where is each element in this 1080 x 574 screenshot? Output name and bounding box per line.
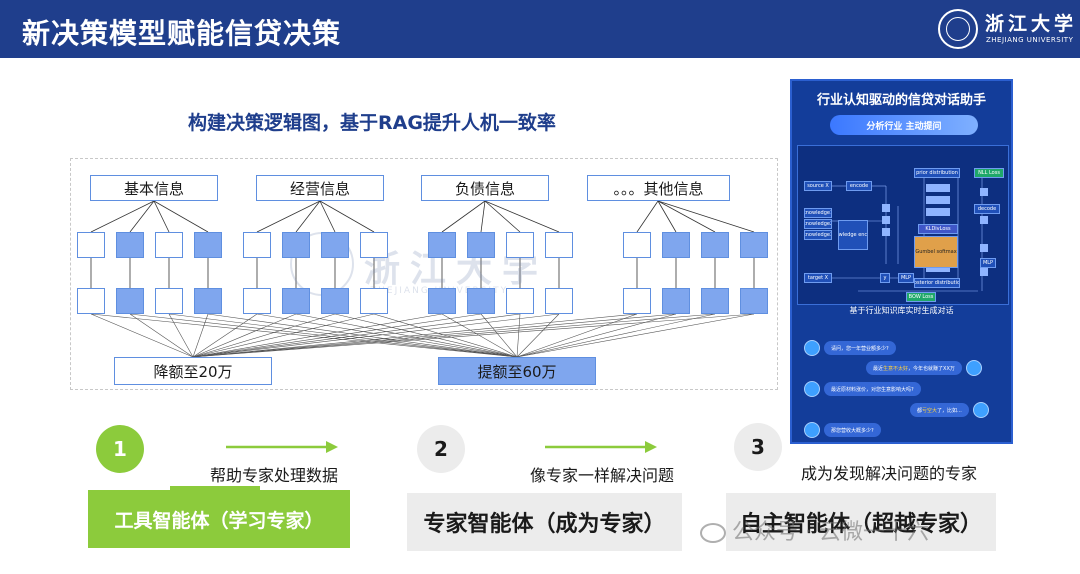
- decision-node: [506, 288, 534, 314]
- decision-node: [428, 232, 456, 258]
- decision-node: [155, 288, 183, 314]
- node-knowledge3: knowledge3: [804, 230, 832, 240]
- decision-node: [194, 288, 222, 314]
- user-avatar-icon: [972, 402, 989, 418]
- node-mlp-2: MLP: [980, 258, 996, 268]
- node-posterior: posterior distribution: [914, 278, 960, 288]
- decision-node: [506, 232, 534, 258]
- step-2-circle: 2: [417, 425, 465, 473]
- decision-node: [701, 232, 729, 258]
- wechat-icon: [700, 523, 726, 543]
- chat-message-2: 最近 生意不太好 ，今年也就赚了XX万: [866, 360, 982, 376]
- chat-message-5: 那您营收大概多少?: [804, 422, 881, 438]
- dialog-assistant-panel: 行业认知驱动的信贷对话助手 分析行业 主动提问 source X encode …: [790, 79, 1013, 444]
- chat-bubble-1: 请问，您一年营业额多少?: [824, 341, 896, 355]
- node-prior: prior distribution: [914, 168, 960, 178]
- node-y: y: [880, 273, 890, 283]
- node-nll-loss: NLL Loss: [974, 168, 1004, 178]
- step-3-text: 成为发现解决问题的专家: [801, 464, 978, 483]
- category-business-info: 经营信息: [256, 175, 384, 201]
- panel-pill: 分析行业 主动提问: [830, 115, 978, 135]
- node-knowledge-encode: knowledge encode: [838, 220, 868, 250]
- decision-node: [321, 288, 349, 314]
- bot-avatar-icon: [804, 381, 820, 397]
- decision-node: [662, 232, 690, 258]
- decision-node: [428, 288, 456, 314]
- decision-node: [77, 232, 105, 258]
- chat-bubble-5: 那您营收大概多少?: [824, 423, 881, 437]
- node-knowledge2: knowledge2: [804, 219, 832, 229]
- chat-message-3: 最近原材料涨价，对您生意影响大吗?: [804, 381, 921, 397]
- decision-node: [545, 288, 573, 314]
- output-increase-limit: 提额至60万: [438, 357, 596, 385]
- step-1-arrow-icon: [226, 441, 338, 453]
- node-bow-loss: BOW Loss: [906, 292, 936, 302]
- decision-node: [662, 288, 690, 314]
- node-kld-loss: KLDivLoss: [918, 224, 958, 234]
- decision-node: [360, 288, 388, 314]
- decision-node: [467, 288, 495, 314]
- diagram-caption: 基于行业知识库实时生成对话: [849, 306, 954, 315]
- bot-avatar-icon: [804, 340, 820, 356]
- decision-node: [116, 232, 144, 258]
- decision-node: [243, 232, 271, 258]
- step-3-circle: 3: [734, 423, 782, 471]
- decision-node: [116, 288, 144, 314]
- step-2-arrow-icon: [545, 441, 657, 453]
- chat-4-post: 了，比如...: [937, 407, 962, 414]
- decision-node: [194, 232, 222, 258]
- node-mlp: MLP: [898, 273, 914, 283]
- model-architecture-diagram: source X encode prior distribution NLL L…: [797, 145, 1009, 305]
- chat-bubble-3: 最近原材料涨价，对您生意影响大吗?: [824, 382, 921, 396]
- node-knowledge1: knowledge1: [804, 208, 832, 218]
- chat-2-highlight: 生意不太好: [883, 365, 909, 372]
- decision-node: [321, 232, 349, 258]
- chat-message-4: 都亏空大 了，比如...: [910, 402, 989, 418]
- decision-node: [77, 288, 105, 314]
- category-other-info: 。。。其他信息: [587, 175, 730, 201]
- decision-node: [701, 288, 729, 314]
- panel-title: 行业认知驱动的信贷对话助手: [816, 93, 986, 108]
- decision-node: [243, 288, 271, 314]
- node-source: source X: [804, 181, 832, 191]
- chat-bubble-2: 最近 生意不太好 ，今年也就赚了XX万: [866, 361, 962, 375]
- wechat-watermark-text: 公众号 · 云微一十六: [732, 520, 929, 545]
- bot-avatar-icon: [804, 422, 820, 438]
- step-1-text: 帮助专家处理数据: [210, 466, 339, 485]
- step-2-text: 像专家一样解决问题: [530, 466, 675, 485]
- chat-message-1: 请问，您一年营业额多少?: [804, 340, 896, 356]
- decision-node: [545, 232, 573, 258]
- category-debt-info: 负债信息: [421, 175, 549, 201]
- node-encode: encode: [846, 181, 872, 191]
- node-decode: decode: [974, 204, 1000, 214]
- decision-node: [623, 232, 651, 258]
- node-target: target X: [804, 273, 832, 283]
- category-basic-info: 基本信息: [90, 175, 218, 201]
- decision-node: [623, 288, 651, 314]
- chat-2-post: ，今年也就赚了XX万: [908, 365, 955, 372]
- decision-node: [740, 288, 768, 314]
- decision-node: [360, 232, 388, 258]
- chat-2-pre: 最近: [873, 365, 884, 372]
- chat-4-highlight: 亏空大: [922, 407, 938, 414]
- wechat-watermark: 公众号 · 云微一十六: [700, 514, 929, 546]
- output-decrease-limit: 降额至20万: [114, 357, 272, 385]
- node-gumbel-softmax: Gumbel softmax: [914, 236, 958, 268]
- decision-node: [282, 232, 310, 258]
- tool-agent-box: 工具智能体（学习专家）: [88, 490, 350, 548]
- decision-node: [155, 232, 183, 258]
- user-avatar-icon: [965, 360, 982, 376]
- expert-agent-box: 专家智能体（成为专家）: [407, 493, 682, 551]
- decision-node: [740, 232, 768, 258]
- step-1-circle: 1: [96, 425, 144, 473]
- chat-bubble-4: 都亏空大 了，比如...: [910, 403, 969, 417]
- decision-node: [467, 232, 495, 258]
- decision-node: [282, 288, 310, 314]
